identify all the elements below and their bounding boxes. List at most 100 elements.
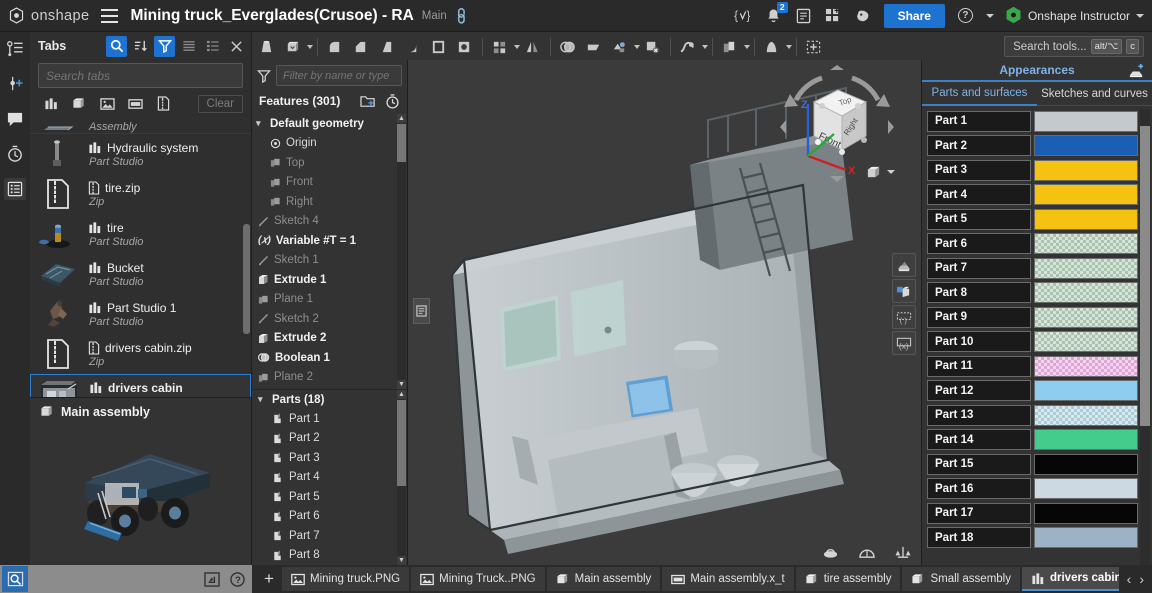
feature-filter-icon[interactable] <box>257 69 271 83</box>
history-icon[interactable] <box>4 143 26 165</box>
comments-icon[interactable] <box>4 108 26 130</box>
feature-row[interactable]: Plane 1 <box>252 290 407 310</box>
help-icon[interactable]: ? <box>956 6 975 25</box>
clear-filters-button[interactable]: Clear <box>197 94 243 113</box>
appearance-color-swatch[interactable] <box>1034 453 1138 475</box>
appearance-color-swatch[interactable] <box>1034 233 1138 255</box>
appearance-row[interactable]: Part 16 <box>927 477 1138 502</box>
document-tab[interactable]: Main assembly.x_t <box>662 567 794 591</box>
feature-row[interactable]: Extrude 2 <box>252 329 407 349</box>
appearance-row[interactable]: Part 18 <box>927 526 1138 551</box>
measure-icon[interactable] <box>857 543 877 561</box>
surface-chevron-down-icon[interactable] <box>785 44 792 49</box>
tab-parts-and-surfaces[interactable]: Parts and surfaces <box>922 82 1037 106</box>
appearance-row[interactable]: Part 2 <box>927 134 1138 159</box>
part-row[interactable]: Part 6 <box>252 507 407 527</box>
chamfer-icon[interactable] <box>348 34 374 60</box>
parts-scroll-down-arrow[interactable]: ▼ <box>397 556 406 565</box>
hide-dimensions-icon[interactable]: ( ) <box>892 305 916 329</box>
appearance-color-swatch[interactable] <box>1034 527 1138 549</box>
filter-partstudio-icon[interactable] <box>42 94 61 113</box>
appearance-row[interactable]: Part 13 <box>927 403 1138 428</box>
thicken-icon[interactable] <box>280 34 306 60</box>
tab-item[interactable]: tire Part Studio <box>30 214 251 254</box>
feature-scroll-up-arrow[interactable]: ▲ <box>397 114 406 123</box>
document-preview-icon[interactable] <box>2 566 28 592</box>
appearance-color-swatch[interactable] <box>1034 502 1138 524</box>
feature-filter-box[interactable] <box>276 65 402 86</box>
feature-row[interactable]: Sketch 1 <box>252 251 407 271</box>
detail-view-icon[interactable] <box>202 36 223 57</box>
tab-item[interactable]: Hydraulic system Part Studio <box>30 134 251 174</box>
tab-item[interactable]: tire.zip Zip <box>30 174 251 214</box>
solids-chevron-down-icon[interactable] <box>306 44 313 49</box>
properties-icon[interactable] <box>4 178 26 200</box>
feature-row[interactable]: Front <box>252 173 407 193</box>
feature-group-default-geometry[interactable]: ▾ Default geometry <box>252 114 407 134</box>
viewport-left-panel-toggle[interactable] <box>413 298 430 324</box>
close-icon[interactable] <box>226 36 247 57</box>
plane-chevron-down-icon[interactable] <box>743 44 750 49</box>
filter-image-icon[interactable] <box>98 94 117 113</box>
user-account-menu[interactable]: Onshape Instructor <box>1005 6 1144 25</box>
transform-chevron-down-icon[interactable] <box>633 44 640 49</box>
appearance-row[interactable]: Part 17 <box>927 501 1138 526</box>
pattern-icon[interactable] <box>487 34 513 60</box>
appearance-color-swatch[interactable] <box>1034 380 1138 402</box>
tab-list[interactable]: Hydraulic system Part Studio tire.zip Zip ti… <box>30 133 251 397</box>
list-view-icon[interactable] <box>178 36 199 57</box>
section-view-icon[interactable] <box>892 279 916 303</box>
filter-parasolid-icon[interactable] <box>126 94 145 113</box>
chevron-down-icon[interactable]: ▾ <box>258 394 267 405</box>
workspace-label[interactable]: Main <box>422 10 447 22</box>
transform-icon[interactable] <box>607 34 633 60</box>
tab-item[interactable]: Bucket Part Studio <box>30 254 251 294</box>
feature-list[interactable]: ▾ Default geometry Origin Top Front Right Sk… <box>252 114 407 389</box>
hole-icon[interactable] <box>452 34 478 60</box>
part-row[interactable]: Part 5 <box>252 487 407 507</box>
appearance-color-swatch[interactable] <box>1034 429 1138 451</box>
feature-row[interactable]: Boolean 1 <box>252 348 407 368</box>
boolean-icon[interactable] <box>555 34 581 60</box>
tab-item[interactable]: drivers cabinPart Studio <box>30 374 251 397</box>
feature-row[interactable]: Sketch 4 <box>252 212 407 232</box>
tab-scroll-right-icon[interactable]: › <box>1139 571 1144 587</box>
filter-icon[interactable] <box>154 35 175 57</box>
appearance-color-swatch[interactable] <box>1034 257 1138 279</box>
appearance-row[interactable]: Part 7 <box>927 256 1138 281</box>
feature-row[interactable]: Sketch 2 <box>252 309 407 329</box>
appearance-color-swatch[interactable] <box>1034 282 1138 304</box>
appearance-row[interactable]: Part 1 <box>927 109 1138 134</box>
appearance-row[interactable]: Part 11 <box>927 354 1138 379</box>
appearance-row[interactable]: Part 4 <box>927 183 1138 208</box>
appearances-list[interactable]: Part 1 Part 2 Part 3 Part 4 Part 5 Part 6 Part… <box>922 106 1152 565</box>
expand-panel-icon[interactable] <box>204 571 220 587</box>
parts-scroll-up-arrow[interactable]: ▲ <box>397 390 406 399</box>
feature-row[interactable]: Plane 2 <box>252 368 407 388</box>
user-chevron-down-icon[interactable] <box>1136 13 1144 18</box>
appearance-row[interactable]: Part 6 <box>927 232 1138 257</box>
draft-icon[interactable] <box>374 34 400 60</box>
tasks-icon[interactable] <box>794 6 813 25</box>
appearance-color-swatch[interactable] <box>1034 159 1138 181</box>
feature-row[interactable]: (𝑥) Variable #T = 1 <box>252 231 407 251</box>
appearance-color-swatch[interactable] <box>1034 135 1138 157</box>
filter-assembly-icon[interactable] <box>70 94 89 113</box>
tab-scroll-left-icon[interactable]: ‹ <box>1127 571 1132 587</box>
curves-icon[interactable] <box>675 34 701 60</box>
add-tab-button[interactable]: + <box>258 568 280 590</box>
tab-item[interactable]: drivers cabin.zip Zip <box>30 334 251 374</box>
document-tab[interactable]: Mining truck.PNG <box>282 567 410 591</box>
mirror-icon[interactable] <box>520 34 546 60</box>
menu-icon[interactable] <box>101 8 119 23</box>
tab-item[interactable]: Part Studio 1 Part Studio <box>30 294 251 334</box>
share-button[interactable]: Share <box>883 3 945 28</box>
shaded-view-icon[interactable] <box>865 164 882 180</box>
delete-part-icon[interactable] <box>640 34 666 60</box>
link-icon[interactable]: 🔗 <box>451 5 471 25</box>
appearance-tool-icon[interactable] <box>892 253 916 277</box>
feature-scrollbar-thumb[interactable] <box>397 124 406 162</box>
parts-scrollbar-thumb[interactable] <box>397 400 406 486</box>
tab-list-scrollbar[interactable] <box>243 136 250 395</box>
variables-icon[interactable]: {} <box>734 6 753 25</box>
